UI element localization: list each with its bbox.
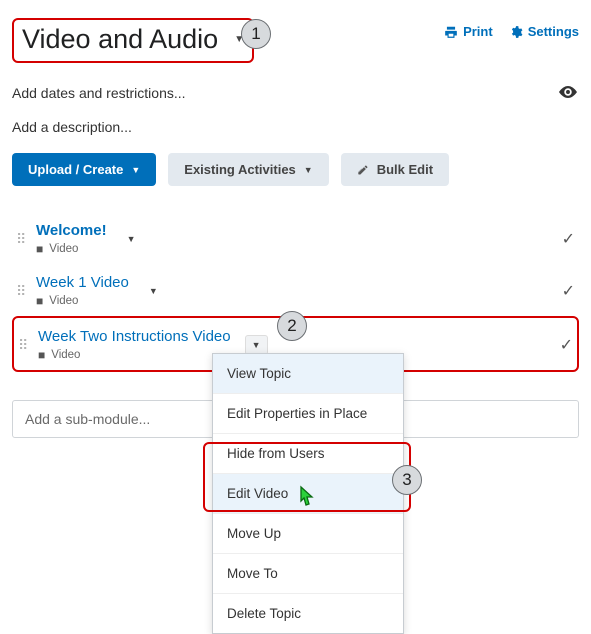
menu-edit-video[interactable]: Edit Video: [213, 474, 403, 514]
print-link[interactable]: Print: [444, 24, 493, 39]
existing-activities-button[interactable]: Existing Activities ▼: [168, 153, 328, 186]
menu-hide-from-users[interactable]: Hide from Users: [213, 434, 403, 474]
settings-label: Settings: [528, 24, 579, 39]
header-actions: Print Settings: [444, 18, 579, 39]
existing-activities-label: Existing Activities: [184, 162, 296, 177]
check-icon: ✓: [562, 281, 575, 301]
menu-view-topic[interactable]: View Topic: [213, 354, 403, 394]
drag-handle-icon[interactable]: ⠿: [16, 287, 30, 295]
upload-create-label: Upload / Create: [28, 162, 123, 177]
content-item: ⠿ Week 1 Video ■ Video ▼ ✓: [12, 264, 579, 316]
item-actions-dropdown[interactable]: ▼: [143, 282, 164, 300]
module-meta: Add dates and restrictions... Add a desc…: [12, 85, 579, 135]
drag-handle-icon[interactable]: ⠿: [16, 235, 30, 243]
content-item-type: Video: [51, 349, 80, 361]
add-dates-link[interactable]: Add dates and restrictions...: [12, 85, 579, 101]
settings-link[interactable]: Settings: [509, 24, 579, 39]
video-icon: ■: [36, 242, 43, 256]
upload-create-button[interactable]: Upload / Create ▼: [12, 153, 156, 186]
module-title-highlight: Video and Audio ▼: [12, 18, 254, 63]
module-header: Video and Audio ▼ Print Settings: [12, 18, 579, 63]
video-icon: ■: [36, 294, 43, 308]
content-item-title[interactable]: Welcome!: [36, 222, 107, 239]
check-icon: ✓: [560, 335, 573, 355]
module-title[interactable]: Video and Audio: [18, 22, 222, 57]
print-icon: [444, 25, 458, 39]
pencil-icon: [357, 164, 369, 176]
menu-move-to[interactable]: Move To: [213, 554, 403, 594]
callout-3: 3: [392, 465, 422, 495]
item-actions-dropdown[interactable]: ▼: [121, 230, 142, 248]
menu-move-up[interactable]: Move Up: [213, 514, 403, 554]
drag-handle-icon[interactable]: ⠿: [18, 341, 32, 349]
callout-2: 2: [277, 311, 307, 341]
content-item-title[interactable]: Week 1 Video: [36, 274, 129, 291]
content-item-type: Video: [49, 295, 78, 307]
print-label: Print: [463, 24, 493, 39]
visibility-icon[interactable]: [559, 86, 577, 98]
bulk-edit-label: Bulk Edit: [377, 162, 433, 177]
gear-icon: [509, 25, 523, 39]
add-description-link[interactable]: Add a description...: [12, 119, 579, 135]
menu-delete-topic[interactable]: Delete Topic: [213, 594, 403, 633]
check-icon: ✓: [562, 229, 575, 249]
callout-1: 1: [241, 19, 271, 49]
action-bar: Upload / Create ▼ Existing Activities ▼ …: [12, 153, 579, 186]
content-item: ⠿ Welcome! ■ Video ▼ ✓: [12, 212, 579, 264]
item-actions-dropdown[interactable]: ▼: [245, 335, 268, 355]
bulk-edit-button[interactable]: Bulk Edit: [341, 153, 449, 186]
content-item-title[interactable]: Week Two Instructions Video: [38, 328, 231, 345]
content-item-type: Video: [49, 243, 78, 255]
chevron-down-icon: ▼: [304, 165, 313, 175]
context-menu: View Topic Edit Properties in Place Hide…: [212, 353, 404, 634]
chevron-down-icon: ▼: [131, 165, 140, 175]
video-icon: ■: [38, 348, 45, 362]
menu-edit-properties[interactable]: Edit Properties in Place: [213, 394, 403, 434]
